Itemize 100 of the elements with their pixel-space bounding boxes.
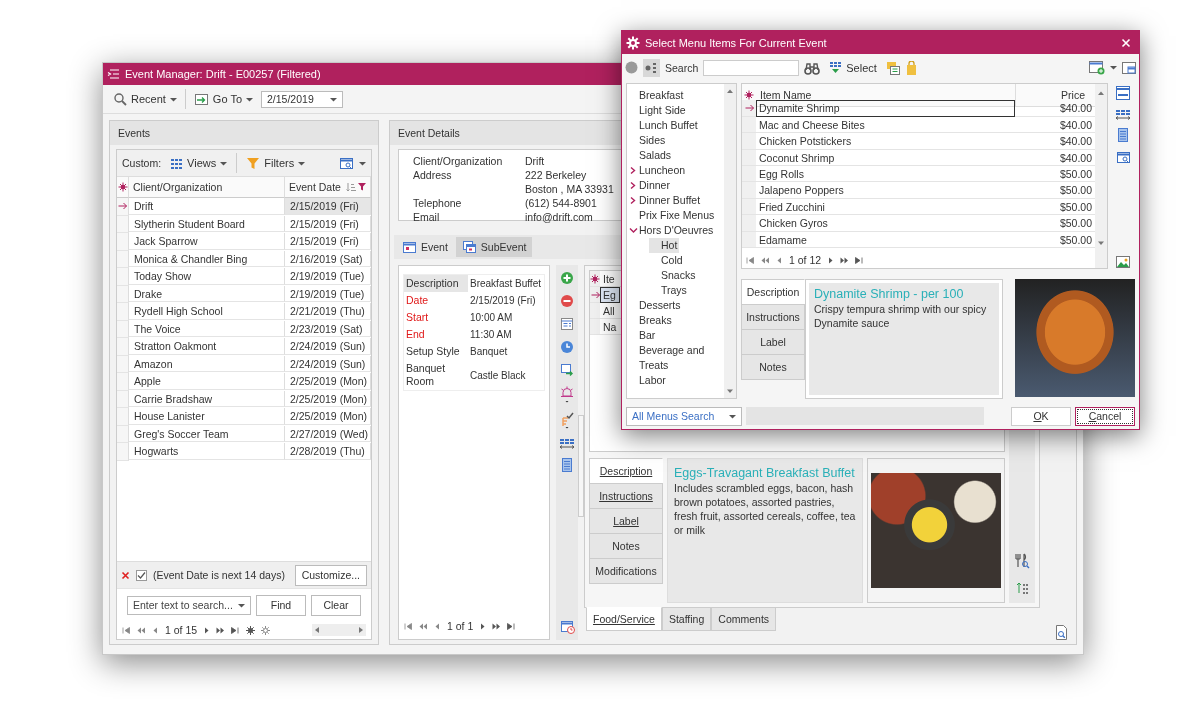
table-cell[interactable]: House Lanister: [129, 408, 285, 425]
previous-icon[interactable]: [434, 621, 441, 631]
scrollbar[interactable]: [724, 84, 736, 398]
tab[interactable]: Modifications: [589, 558, 663, 584]
tree-item[interactable]: Breakfast: [627, 88, 686, 103]
tree-item[interactable]: Salads: [627, 148, 674, 163]
scroll-left-icon[interactable]: [314, 626, 320, 634]
filter-checkbox[interactable]: [136, 569, 147, 581]
table-cell[interactable]: Fried Zucchini: [756, 198, 1015, 216]
note-icon[interactable]: [885, 60, 900, 75]
tab[interactable]: Event: [396, 237, 454, 257]
circle-icon[interactable]: [625, 61, 638, 74]
tab[interactable]: SubEvent: [455, 237, 533, 257]
last-page-icon[interactable]: [231, 625, 241, 635]
last-page-icon[interactable]: [507, 621, 517, 631]
tree-item[interactable]: Beverage and Treats: [627, 343, 724, 373]
tab[interactable]: Label: [741, 329, 805, 355]
table-cell[interactable]: Coconut Shrimp: [756, 149, 1015, 166]
previous-icon[interactable]: [152, 625, 159, 635]
property-label[interactable]: Date: [404, 292, 468, 309]
property-value[interactable]: Banquet: [468, 343, 544, 360]
tree-item[interactable]: Bar: [627, 328, 658, 343]
table-cell[interactable]: 2/25/2019 (Mon): [285, 390, 371, 407]
tab[interactable]: Description: [741, 279, 805, 305]
property-label[interactable]: End: [404, 326, 468, 343]
tree-item[interactable]: Prix Fixe Menus: [627, 208, 717, 223]
table-cell[interactable]: Chicken Potstickers: [756, 133, 1015, 150]
grid-width-icon[interactable]: [1115, 109, 1131, 120]
table-cell[interactable]: 2/16/2019 (Sat): [285, 250, 371, 267]
table-cell[interactable]: 2/15/2019 (Fri): [285, 198, 371, 215]
close-icon[interactable]: [1121, 37, 1131, 48]
property-label[interactable]: Description: [404, 275, 468, 292]
tree-item[interactable]: Lunch Buffet: [627, 118, 700, 133]
tab[interactable]: Instructions: [741, 304, 805, 330]
bag-icon[interactable]: [904, 60, 918, 75]
table-cell[interactable]: Dynamite Shrimp: [756, 100, 1015, 117]
table-cell[interactable]: Today Show: [129, 268, 285, 285]
search-field[interactable]: [703, 59, 800, 76]
table-cell[interactable]: 2/21/2019 (Thu): [285, 303, 371, 320]
tab[interactable]: Label: [589, 508, 663, 534]
table-cell[interactable]: Edamame: [756, 231, 1015, 248]
first-page-icon[interactable]: [746, 255, 755, 265]
tree-item[interactable]: Snacks: [649, 268, 698, 283]
property-value[interactable]: 2/15/2019 (Fri): [468, 292, 544, 309]
scroll-up-icon[interactable]: [726, 88, 734, 94]
table-cell[interactable]: 2/23/2019 (Sat): [285, 320, 371, 337]
table-cell[interactable]: Chicken Gyros: [756, 215, 1015, 232]
tab[interactable]: Description: [589, 458, 663, 484]
export-icon[interactable]: [560, 363, 574, 377]
table-cell[interactable]: Hogwarts: [129, 443, 285, 460]
tree-item[interactable]: Breaks: [627, 313, 674, 328]
document-search-icon[interactable]: [1054, 625, 1068, 640]
tree-item[interactable]: Sides: [627, 133, 668, 148]
calendar-clock-icon[interactable]: [559, 619, 575, 634]
property-label[interactable]: Setup Style: [404, 343, 468, 360]
previous-page-icon[interactable]: [761, 255, 770, 265]
table-cell[interactable]: 2/15/2019 (Fri): [285, 215, 371, 232]
expander-icon[interactable]: [628, 196, 638, 205]
remove-icon[interactable]: [560, 294, 574, 308]
clock-icon[interactable]: [560, 340, 574, 354]
list-icon[interactable]: [1117, 128, 1129, 142]
tab[interactable]: Comments: [711, 607, 777, 631]
next-page-icon[interactable]: [492, 621, 502, 631]
tree-item[interactable]: Hors D'Oeuvres: [627, 223, 716, 238]
tree-item[interactable]: Trays: [649, 283, 689, 298]
scrollbar[interactable]: [312, 624, 366, 636]
grid-width-icon[interactable]: [559, 438, 575, 449]
search-field[interactable]: Enter text to search...: [127, 595, 251, 615]
table-cell[interactable]: The Voice: [129, 320, 285, 337]
property-label[interactable]: Start: [404, 309, 468, 326]
next-icon[interactable]: [479, 621, 487, 631]
table-cell[interactable]: Slytherin Student Board: [129, 215, 285, 232]
sort-list-icon[interactable]: [1015, 581, 1029, 595]
clear-button[interactable]: Clear: [311, 594, 361, 616]
tree-item[interactable]: Desserts: [627, 298, 683, 313]
column-header[interactable]: Event Date: [285, 177, 371, 198]
expander-icon[interactable]: [628, 181, 638, 190]
table-cell[interactable]: Jack Sparrow: [129, 233, 285, 250]
table-cell[interactable]: Eg: [600, 287, 620, 303]
table-cell[interactable]: Mac and Cheese Bites: [756, 116, 1015, 134]
table-cell[interactable]: Amazon: [129, 355, 285, 372]
tree-item[interactable]: Dinner Buffet: [627, 193, 703, 208]
table-cell[interactable]: 2/25/2019 (Mon): [285, 373, 371, 390]
table-cell[interactable]: 2/27/2019 (Wed): [285, 425, 371, 442]
customize-button[interactable]: Customize...: [294, 564, 367, 586]
utensils-search-icon[interactable]: [1014, 553, 1030, 569]
table-search-icon[interactable]: [339, 156, 354, 170]
table-cell[interactable]: 2/24/2019 (Sun): [285, 338, 371, 355]
table-cell[interactable]: 2/19/2019 (Tue): [285, 285, 371, 302]
window-add-icon[interactable]: [1089, 60, 1105, 75]
table-cell[interactable]: Jalapeno Poppers: [756, 182, 1015, 199]
expander-icon[interactable]: [628, 166, 638, 175]
tree-item[interactable]: Cold: [649, 253, 685, 268]
add-icon[interactable]: [560, 271, 574, 285]
scroll-right-icon[interactable]: [358, 626, 364, 634]
views-button[interactable]: Views: [166, 154, 232, 172]
select-button[interactable]: Select: [825, 59, 881, 76]
column-header[interactable]: Client/Organization: [129, 177, 285, 198]
table-cell[interactable]: 2/19/2019 (Tue): [285, 268, 371, 285]
binoculars-icon[interactable]: [804, 60, 821, 75]
